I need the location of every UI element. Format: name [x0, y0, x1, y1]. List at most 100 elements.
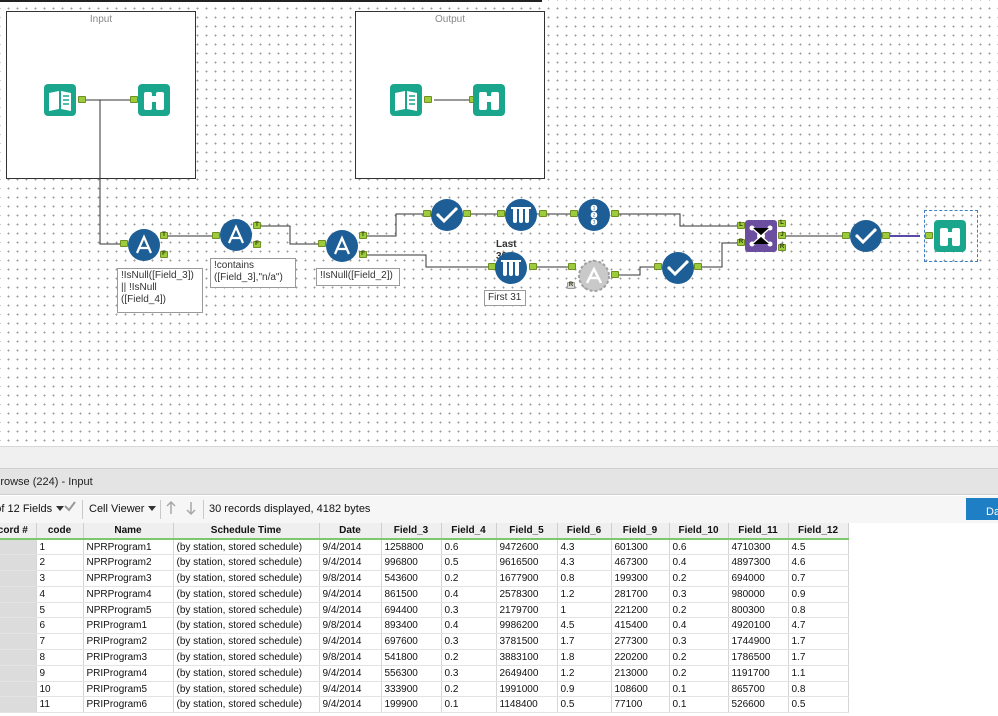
table-row[interactable]: 22NPRProgram2(by station, stored schedul… [0, 554, 849, 572]
join-l-output-anchor[interactable]: L [778, 220, 786, 227]
table-cell[interactable]: 1.7 [788, 649, 849, 666]
table-cell[interactable]: 277300 [611, 633, 670, 651]
table-cell[interactable]: 0.5 [557, 696, 612, 714]
table-cell[interactable]: 1.2 [557, 665, 612, 682]
browse-tool-input[interactable] [138, 84, 170, 116]
table-cell[interactable]: 1786500 [728, 649, 789, 666]
join-right-anchor[interactable]: R [737, 239, 745, 246]
table-cell[interactable]: 0.2 [441, 681, 497, 698]
table-cell[interactable]: 9616500 [496, 554, 558, 572]
record-number-cell[interactable]: 2 [0, 554, 37, 572]
table-cell[interactable]: 800300 [728, 602, 789, 619]
join-r-output-anchor[interactable]: R [778, 244, 786, 251]
table-cell[interactable]: 0.2 [441, 649, 497, 666]
table-cell[interactable]: (by station, stored schedule) [173, 665, 320, 682]
table-cell[interactable]: 0.1 [669, 696, 729, 714]
table-row[interactable]: 99PRIProgram4(by station, stored schedul… [0, 665, 849, 682]
table-cell[interactable]: 467300 [611, 554, 670, 572]
column-header[interactable]: code [36, 523, 84, 540]
formula-r-anchor[interactable]: R [567, 282, 575, 289]
table-cell[interactable]: 4.7 [788, 617, 849, 635]
table-cell[interactable]: 1.7 [557, 633, 612, 651]
table-cell[interactable]: 8 [36, 649, 84, 666]
sample-first-output-anchor[interactable] [529, 263, 537, 270]
record-number-cell[interactable]: 4 [0, 586, 37, 603]
filter1-true-anchor[interactable]: T [160, 232, 168, 239]
table-cell[interactable]: 694400 [381, 602, 442, 619]
filter-tool-3[interactable] [326, 230, 358, 262]
table-cell[interactable]: 0.5 [441, 554, 497, 572]
table-cell[interactable]: (by station, stored schedule) [173, 681, 320, 698]
table-cell[interactable]: 5 [36, 602, 84, 619]
table-cell[interactable]: 0.6 [441, 539, 497, 556]
table-cell[interactable]: 1258800 [381, 539, 442, 556]
fields-selector[interactable]: 12 of 12 Fields [0, 503, 65, 515]
sample-tool-last[interactable] [505, 199, 537, 231]
table-cell[interactable]: 0.5 [788, 696, 849, 714]
column-header[interactable]: Schedule Time [173, 523, 320, 540]
table-cell[interactable]: 0.3 [669, 586, 729, 603]
table-cell[interactable]: 9/4/2014 [319, 602, 382, 619]
table-cell[interactable]: 0.9 [788, 586, 849, 603]
table-row[interactable]: 1111PRIProgram6(by station, stored sched… [0, 696, 849, 714]
table-cell[interactable]: (by station, stored schedule) [173, 602, 320, 619]
column-header[interactable]: Field_11 [728, 523, 789, 540]
table-cell[interactable]: 1677900 [496, 570, 558, 587]
table-cell[interactable]: 9 [36, 665, 84, 682]
table-cell[interactable]: 1 [36, 539, 84, 556]
table-cell[interactable]: PRIProgram5 [83, 681, 174, 698]
column-header[interactable]: Date [319, 523, 382, 540]
table-cell[interactable]: 1744900 [728, 633, 789, 651]
table-cell[interactable]: 4.6 [788, 554, 849, 572]
table-cell[interactable]: 9/4/2014 [319, 586, 382, 603]
select-tool-1[interactable] [431, 199, 463, 231]
join-left-anchor[interactable]: L [737, 222, 745, 229]
input2-output-anchor[interactable] [424, 96, 432, 103]
table-cell[interactable]: 333900 [381, 681, 442, 698]
table-cell[interactable]: 980000 [728, 586, 789, 603]
table-cell[interactable]: 0.4 [441, 617, 497, 635]
table-cell[interactable]: 9/4/2014 [319, 633, 382, 651]
table-cell[interactable]: NPRProgram3 [83, 570, 174, 587]
input-data-tool[interactable] [44, 84, 76, 116]
table-cell[interactable]: PRIProgram2 [83, 633, 174, 651]
table-row[interactable]: 77PRIProgram2(by station, stored schedul… [0, 633, 849, 651]
table-cell[interactable]: PRIProgram4 [83, 665, 174, 682]
table-cell[interactable]: 0.8 [788, 602, 849, 619]
table-cell[interactable]: 0.9 [557, 681, 612, 698]
table-cell[interactable]: 4897300 [728, 554, 789, 572]
table-row[interactable]: 88PRIProgram3(by station, stored schedul… [0, 649, 849, 666]
table-row[interactable]: 66PRIProgram1(by station, stored schedul… [0, 617, 849, 635]
formula-tool[interactable] [578, 260, 610, 292]
table-cell[interactable]: 11 [36, 696, 84, 714]
table-cell[interactable]: (by station, stored schedule) [173, 696, 320, 714]
table-cell[interactable]: 2179700 [496, 602, 558, 619]
column-header[interactable]: Field_6 [557, 523, 612, 540]
filter3-false-anchor[interactable]: F [359, 251, 367, 258]
filter1-input-anchor[interactable] [120, 240, 128, 247]
table-cell[interactable]: 541800 [381, 649, 442, 666]
filter-tool-1[interactable] [128, 229, 160, 261]
table-row[interactable]: 44NPRProgram4(by station, stored schedul… [0, 586, 849, 603]
table-cell[interactable]: 4.3 [557, 539, 612, 556]
browse-tool-final[interactable] [934, 220, 966, 252]
table-cell[interactable]: 9/4/2014 [319, 681, 382, 698]
table-cell[interactable]: 1991000 [496, 681, 558, 698]
filter-tool-2[interactable] [220, 219, 252, 251]
select-tool-3[interactable] [850, 220, 882, 252]
table-row[interactable]: 33NPRProgram3(by station, stored schedul… [0, 570, 849, 587]
record-number-cell[interactable]: 5 [0, 602, 37, 619]
recordid-output-anchor[interactable] [611, 210, 619, 217]
select3-input-anchor[interactable] [842, 232, 850, 239]
table-cell[interactable]: 1.1 [788, 665, 849, 682]
table-cell[interactable]: 893400 [381, 617, 442, 635]
table-cell[interactable]: 281700 [611, 586, 670, 603]
record-number-cell[interactable]: 3 [0, 570, 37, 587]
cell-viewer-selector[interactable]: Cell Viewer [89, 503, 157, 515]
table-cell[interactable]: 1.2 [557, 586, 612, 603]
results-grid[interactable]: Record #codeNameSchedule TimeDateField_3… [0, 523, 998, 716]
table-cell[interactable]: 0.1 [669, 681, 729, 698]
table-cell[interactable]: 0.2 [669, 602, 729, 619]
table-cell[interactable]: 1.8 [557, 649, 612, 666]
filter3-input-anchor[interactable] [318, 240, 326, 247]
